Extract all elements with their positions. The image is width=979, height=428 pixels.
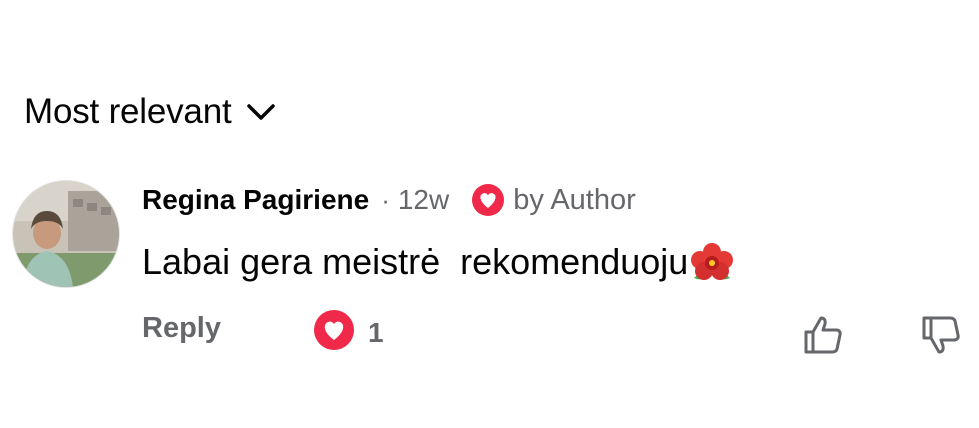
heart-reaction-icon [312,308,356,357]
avatar[interactable] [12,180,120,288]
author-badge-text: by Author [513,183,636,216]
comment-text: Labai gera meistrė rekomenduoju [142,241,689,282]
heart-icon [471,183,505,217]
reaction-summary[interactable]: 1 [312,308,384,357]
chevron-down-icon [246,102,276,122]
author-name[interactable]: Regina Pagiriene [142,184,369,216]
timestamp[interactable]: 12w [398,184,449,216]
reaction-count: 1 [368,316,384,348]
meta-separator: · [381,184,390,215]
reply-button[interactable]: Reply [142,312,221,345]
sort-dropdown[interactable]: Most relevant [24,92,276,132]
thumbs-down-icon[interactable] [920,314,962,361]
hibiscus-icon [688,240,736,288]
comment-text-row: Labai gera meistrė rekomenduoju [142,236,736,288]
thumbs-up-icon[interactable] [802,314,844,361]
comment-meta: Regina Pagiriene · 12w by Author [142,178,636,222]
sort-label: Most relevant [24,92,232,131]
comment-item: Regina Pagiriene · 12w by Author Labai g… [12,178,972,378]
